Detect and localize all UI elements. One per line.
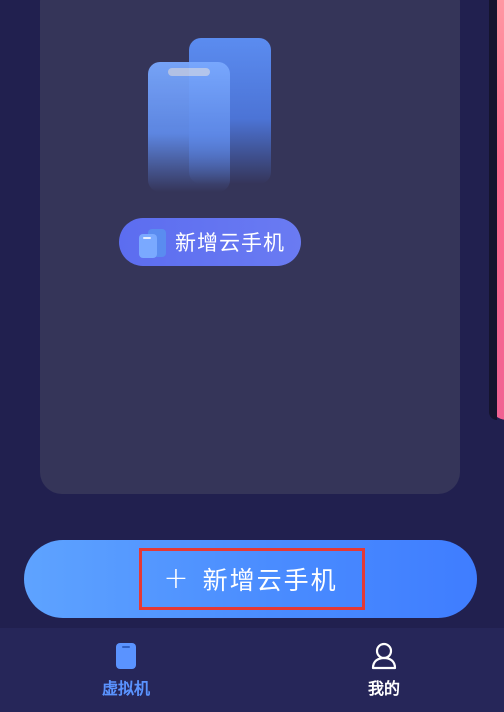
user-icon <box>369 641 399 671</box>
pill-button-label: 新增云手机 <box>175 231 285 255</box>
add-cloud-phone-pill-button[interactable]: 新增云手机 <box>119 218 301 266</box>
next-device-card-peek[interactable] <box>489 0 504 420</box>
tab-mine[interactable]: 我的 <box>258 628 504 712</box>
tab-mine-label: 我的 <box>367 679 400 698</box>
phone-stack-illustration-icon <box>148 36 274 192</box>
phone-notch <box>168 68 210 76</box>
phone-stack-icon <box>137 226 169 258</box>
phone-icon <box>111 641 141 671</box>
bottom-tab-bar: 虚拟机 我的 <box>0 628 504 712</box>
plus-icon: + <box>163 561 189 596</box>
phone-front-shape <box>148 62 230 192</box>
tab-virtual-machine-label: 虚拟机 <box>101 679 150 698</box>
tab-virtual-machine[interactable]: 虚拟机 <box>0 628 252 712</box>
add-cloud-phone-label: 新增云手机 <box>202 566 338 595</box>
add-cloud-phone-button[interactable]: + 新增云手机 <box>24 540 477 618</box>
